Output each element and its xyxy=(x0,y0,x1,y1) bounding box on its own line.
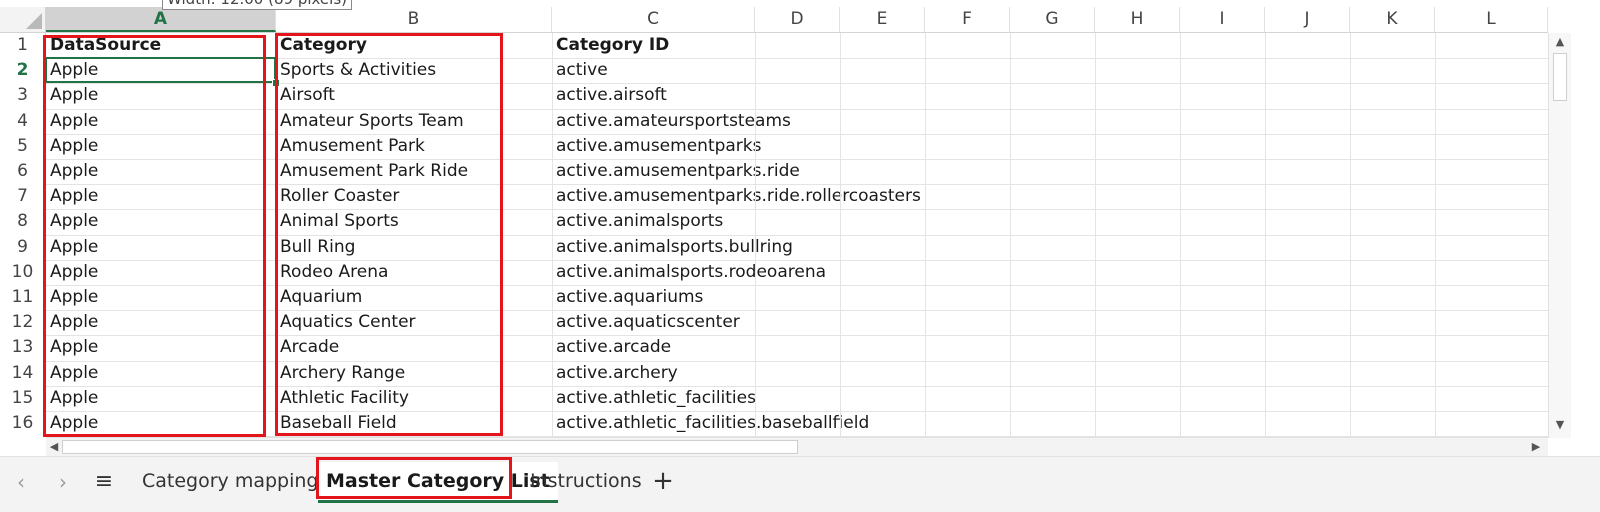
column-gridline xyxy=(755,33,756,436)
column-gridline xyxy=(1095,33,1096,436)
vertical-scroll-thumb[interactable] xyxy=(1553,53,1567,101)
sheet-list-menu-icon[interactable]: ≡ xyxy=(92,469,116,495)
row-header-11[interactable]: 11 xyxy=(0,285,46,310)
row-gridline xyxy=(46,385,1548,387)
column-gridline xyxy=(552,33,553,436)
column-header-a[interactable]: A xyxy=(46,7,276,32)
row-header-16[interactable]: 16 xyxy=(0,411,46,436)
row-header-7[interactable]: 7 xyxy=(0,184,46,210)
prev-sheet-icon[interactable]: ‹ xyxy=(8,467,34,497)
scroll-left-icon[interactable]: ◀ xyxy=(48,440,60,453)
table-cell[interactable]: active.arcade xyxy=(552,335,671,360)
row-gridline xyxy=(46,335,1548,337)
column-header-k[interactable]: K xyxy=(1350,7,1435,32)
row-header-3[interactable]: 3 xyxy=(0,83,46,109)
row-gridline xyxy=(46,285,1548,286)
table-cell[interactable]: active.aquaticscenter xyxy=(552,310,740,335)
row-header-14[interactable]: 14 xyxy=(0,360,46,386)
highlight-box-column-b xyxy=(275,33,503,436)
table-cell[interactable]: active.amusementparks.ride.rollercoaster… xyxy=(552,184,921,209)
column-header-i[interactable]: I xyxy=(1180,7,1265,32)
column-header-d[interactable]: D xyxy=(755,7,840,32)
column-gridline xyxy=(1435,33,1436,436)
column-header-g[interactable]: G xyxy=(1010,7,1095,32)
column-header-h[interactable]: H xyxy=(1095,7,1180,32)
vertical-scrollbar[interactable]: ▲ ▼ xyxy=(1548,33,1571,438)
table-cell[interactable]: active xyxy=(552,58,608,83)
tab-instructions[interactable]: Instructions xyxy=(522,462,650,500)
row-gridline xyxy=(46,234,1548,236)
table-cell[interactable]: active.archery xyxy=(552,361,678,386)
table-cell[interactable]: active.athletic_facilities.baseballfield xyxy=(552,411,869,436)
column-header-e[interactable]: E xyxy=(840,7,925,32)
row-header-8[interactable]: 8 xyxy=(0,209,46,235)
column-gridline xyxy=(1010,33,1011,436)
column-header-f[interactable]: F xyxy=(925,7,1010,32)
highlight-box-active-tab xyxy=(316,457,512,499)
horizontal-scroll-thumb[interactable] xyxy=(62,440,798,454)
next-sheet-icon[interactable]: › xyxy=(50,467,76,497)
table-cell[interactable]: active.animalsports.rodeoarena xyxy=(552,260,826,285)
row-gridline xyxy=(46,108,1548,110)
table-cell[interactable]: active.aquariums xyxy=(552,285,703,310)
scroll-down-icon[interactable]: ▼ xyxy=(1553,418,1567,431)
row-header-2[interactable]: 2 xyxy=(0,58,46,84)
row-header-4[interactable]: 4 xyxy=(0,108,46,134)
column-header-j[interactable]: J xyxy=(1265,7,1350,32)
header-cell[interactable]: Category ID xyxy=(552,33,669,58)
scroll-right-icon[interactable]: ▶ xyxy=(1530,440,1542,453)
row-header-10[interactable]: 10 xyxy=(0,259,46,285)
table-cell[interactable]: active.amusementparks xyxy=(552,134,762,159)
row-header-1[interactable]: 1 xyxy=(0,33,46,58)
row-gridline xyxy=(46,360,1548,362)
column-gridline xyxy=(1180,33,1181,436)
tab-category-mapping[interactable]: Category mapping xyxy=(134,462,326,500)
row-header-15[interactable]: 15 xyxy=(0,385,46,411)
column-gridline xyxy=(840,33,841,436)
column-gridline xyxy=(1265,33,1266,436)
header-divider xyxy=(0,32,1548,33)
row-header-6[interactable]: 6 xyxy=(0,159,46,184)
row-gridline xyxy=(46,310,1548,312)
select-all-corner[interactable] xyxy=(0,7,46,32)
column-gridline xyxy=(925,33,926,436)
table-cell[interactable]: active.animalsports.bullring xyxy=(552,235,793,260)
sheet-tab-bar: ‹ › ≡ Category mapping Master Category L… xyxy=(0,456,1600,512)
add-sheet-button[interactable]: + xyxy=(650,465,676,497)
scroll-up-icon[interactable]: ▲ xyxy=(1553,35,1567,48)
column-header-bar: ABCDEFGHIJKL xyxy=(0,7,1600,32)
row-gridline xyxy=(46,209,1548,211)
row-header-5[interactable]: 5 xyxy=(0,133,46,159)
row-header-13[interactable]: 13 xyxy=(0,335,46,361)
column-header-b[interactable]: B xyxy=(276,7,552,32)
row-gridline xyxy=(46,133,1548,135)
highlight-box-column-a xyxy=(43,35,266,437)
column-width-tooltip: Width: 12.00 (89 pixels) xyxy=(162,0,352,10)
column-header-c[interactable]: C xyxy=(552,7,755,32)
column-gridline xyxy=(1350,33,1351,436)
row-header-12[interactable]: 12 xyxy=(0,310,46,336)
horizontal-scrollbar[interactable]: ◀ ▶ xyxy=(46,437,1548,456)
table-cell[interactable]: active.animalsports xyxy=(552,209,723,234)
row-header-9[interactable]: 9 xyxy=(0,234,46,260)
select-all-triangle-icon xyxy=(26,13,42,29)
column-header-l[interactable]: L xyxy=(1435,7,1548,32)
table-cell[interactable]: active.amusementparks.ride xyxy=(552,159,800,184)
table-cell[interactable]: active.athletic_facilities xyxy=(552,386,756,411)
table-cell[interactable]: active.airsoft xyxy=(552,83,667,108)
